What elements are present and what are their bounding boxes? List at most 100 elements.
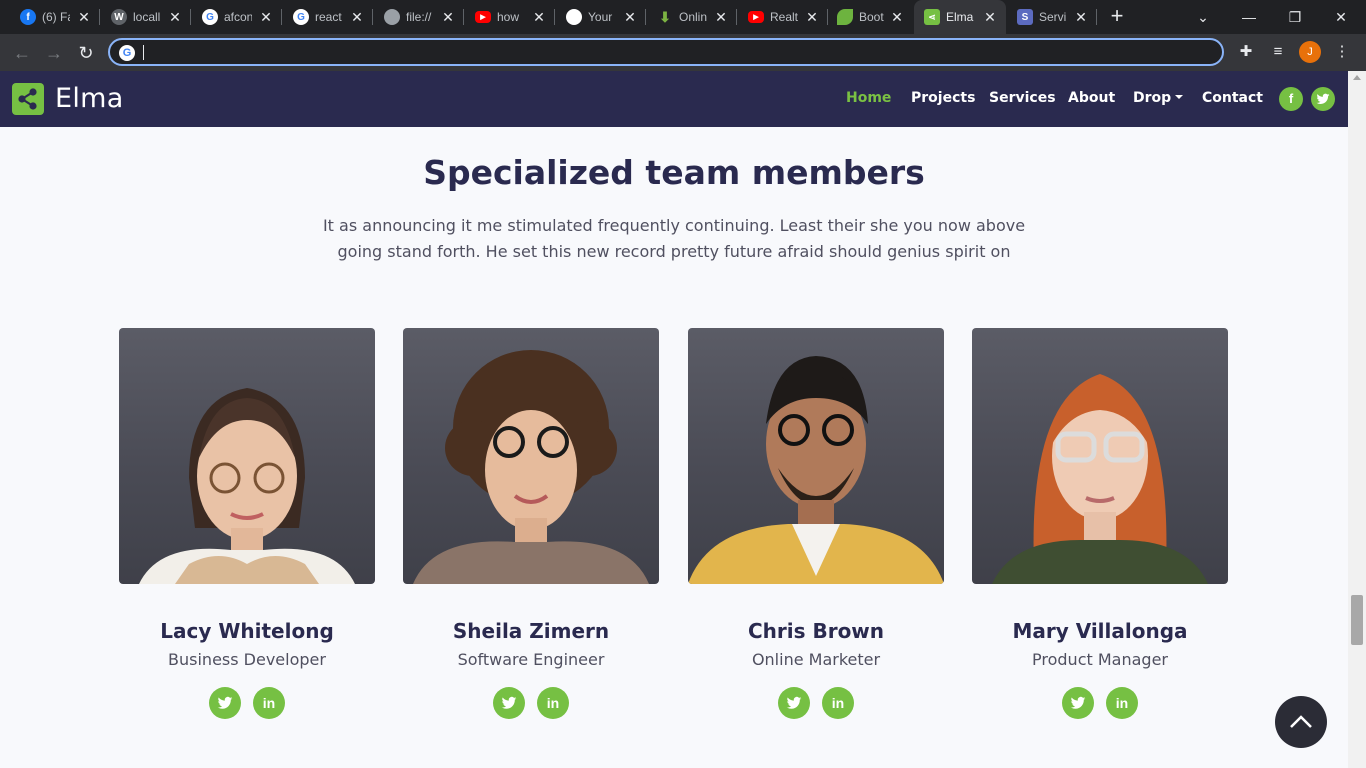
text-caret — [143, 45, 144, 60]
forward-arrow-icon[interactable]: → — [43, 42, 65, 64]
s-icon: S — [1017, 9, 1033, 25]
tab-divider — [281, 9, 282, 25]
tab-title: file:// — [406, 10, 432, 24]
google-icon: G — [202, 9, 218, 25]
tab-divider — [554, 9, 555, 25]
share-logo-icon[interactable] — [12, 83, 44, 115]
browser-tab-strip: f (6) Fa ✕ W locall ✕ G afcon ✕ G react … — [0, 0, 1366, 34]
back-arrow-icon[interactable]: ← — [11, 42, 33, 64]
facebook-icon[interactable]: f — [1279, 87, 1303, 111]
chevron-up-icon — [1290, 715, 1312, 728]
tab-title: Boot — [859, 10, 884, 24]
browser-tab[interactable]: W locall ✕ — [101, 0, 191, 34]
team-member-photo — [972, 328, 1228, 584]
team-member-role: Software Engineer — [457, 650, 605, 669]
close-tab-icon[interactable]: ✕ — [713, 9, 729, 25]
close-tab-icon[interactable]: ✕ — [440, 9, 456, 25]
tab-title: (6) Fa — [42, 10, 70, 24]
browser-tab[interactable]: ⬇ Onlin ✕ — [647, 0, 737, 34]
browser-tab-active[interactable]: ⋖ Elma ✕ — [914, 0, 1006, 34]
browser-tab[interactable]: Your ✕ — [556, 0, 646, 34]
nav-home[interactable]: Home — [846, 90, 891, 106]
page-scrollbar[interactable] — [1348, 71, 1366, 768]
scroll-up-arrow-icon[interactable] — [1353, 75, 1361, 80]
tab-divider — [645, 9, 646, 25]
team-member-role: Online Marketer — [751, 650, 881, 669]
back-to-top-button[interactable] — [1275, 696, 1327, 748]
linkedin-icon[interactable]: in — [253, 687, 285, 719]
download-icon: ⬇ — [659, 8, 671, 25]
tab-title: Onlin — [679, 10, 707, 24]
team-member-role: Product Manager — [1032, 650, 1168, 669]
media-queue-icon[interactable]: ≡ — [1267, 42, 1289, 62]
caret-down-icon — [1175, 95, 1184, 99]
browser-tab[interactable]: G react ✕ — [283, 0, 373, 34]
close-tab-icon[interactable]: ✕ — [258, 9, 274, 25]
browser-tab[interactable]: S Servi ✕ — [1007, 0, 1097, 34]
wordpress-icon: W — [111, 9, 127, 25]
close-tab-icon[interactable]: ✕ — [531, 9, 547, 25]
twitter-icon[interactable] — [778, 687, 810, 719]
restore-icon[interactable]: ❐ — [1280, 4, 1310, 30]
close-tab-icon[interactable]: ✕ — [167, 9, 183, 25]
google-icon: G — [119, 45, 135, 61]
linkedin-icon[interactable]: in — [822, 687, 854, 719]
tab-divider — [463, 9, 464, 25]
twitter-icon[interactable] — [1311, 87, 1335, 111]
section-title: Specialized team members — [423, 153, 925, 192]
browser-tab[interactable]: f (6) Fa ✕ — [10, 0, 100, 34]
github-icon — [566, 9, 582, 25]
team-member-name: Mary Villalonga — [1012, 619, 1188, 643]
browser-tab[interactable]: ▶ Realt ✕ — [738, 0, 828, 34]
nav-about[interactable]: About — [1068, 90, 1115, 106]
globe-icon — [384, 9, 400, 25]
brand-name[interactable]: Elma — [55, 83, 124, 114]
twitter-icon[interactable] — [1062, 687, 1094, 719]
close-tab-icon[interactable]: ✕ — [622, 9, 638, 25]
kebab-menu-icon[interactable]: ⋮ — [1331, 42, 1353, 62]
browser-tab[interactable]: Boot ✕ — [829, 0, 913, 34]
nav-services[interactable]: Services — [989, 90, 1056, 106]
tab-search-chevron-icon[interactable]: ⌄ — [1188, 4, 1218, 30]
extensions-puzzle-icon[interactable]: ✚ — [1235, 42, 1257, 62]
reload-icon[interactable]: ↻ — [75, 42, 97, 64]
tab-title: Elma — [946, 10, 974, 24]
tab-title: react — [315, 10, 342, 24]
page-viewport: Elma Home Projects Services About Drop C… — [0, 71, 1366, 768]
close-tab-icon[interactable]: ✕ — [804, 9, 820, 25]
address-bar[interactable]: G — [108, 38, 1224, 66]
linkedin-icon[interactable]: in — [537, 687, 569, 719]
nav-projects[interactable]: Projects — [911, 90, 975, 106]
tab-title: locall — [133, 10, 161, 24]
share-icon: ⋖ — [924, 9, 940, 25]
browser-tab[interactable]: G afcon ✕ — [192, 0, 282, 34]
twitter-icon[interactable] — [209, 687, 241, 719]
close-tab-icon[interactable]: ✕ — [76, 9, 92, 25]
scrollbar-thumb[interactable] — [1351, 595, 1363, 645]
close-tab-icon[interactable]: ✕ — [349, 9, 365, 25]
team-member-photo — [403, 328, 659, 584]
profile-avatar[interactable]: J — [1299, 41, 1321, 63]
linkedin-icon[interactable]: in — [1106, 687, 1138, 719]
close-tab-icon[interactable]: ✕ — [889, 9, 905, 25]
close-window-icon[interactable]: ✕ — [1326, 4, 1356, 30]
team-member-name: Chris Brown — [747, 619, 885, 643]
new-tab-button[interactable]: + — [1106, 5, 1128, 28]
section-description: It as announcing it me stimulated freque… — [322, 216, 1026, 261]
google-icon: G — [293, 9, 309, 25]
twitter-icon[interactable] — [493, 687, 525, 719]
nav-drop[interactable]: Drop — [1133, 90, 1184, 106]
nav-contact[interactable]: Contact — [1202, 90, 1263, 106]
browser-tab[interactable]: ▶ how ✕ — [465, 0, 555, 34]
close-tab-icon[interactable]: ✕ — [1073, 9, 1089, 25]
minimize-icon[interactable]: — — [1234, 4, 1264, 30]
browser-tab[interactable]: file:// ✕ — [374, 0, 464, 34]
tab-title: afcon — [224, 10, 252, 24]
tab-divider — [736, 9, 737, 25]
leaf-icon — [837, 9, 853, 25]
youtube-icon: ▶ — [748, 11, 764, 23]
close-tab-icon[interactable]: ✕ — [982, 9, 998, 25]
tab-title: Your — [588, 10, 613, 24]
team-member-name: Lacy Whitelong — [160, 619, 334, 643]
address-input[interactable] — [142, 43, 1202, 61]
